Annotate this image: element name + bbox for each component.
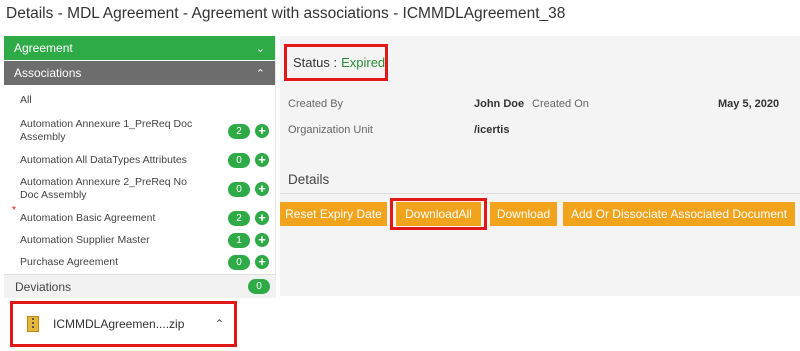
status-indicator: Status : Expired [284, 44, 388, 81]
association-name: Automation Supplier Master [20, 233, 150, 246]
sidebar: Agreement ⌄ Associations ⌃ All Automatio… [4, 36, 276, 298]
add-association-icon[interactable]: + [255, 153, 269, 167]
download-all-highlight [390, 198, 487, 230]
details-panel: Status : Expired Created By John Doe Cre… [280, 36, 800, 296]
created-by-label: Created By [288, 98, 344, 110]
association-name: Automation Annexure 1_PreReq Doc Assembl… [20, 118, 193, 143]
required-marker: * [12, 205, 16, 216]
association-item[interactable]: Automation Annexure 1_PreReq Doc Assembl… [4, 113, 275, 149]
association-count-badge: 2 [228, 123, 250, 139]
organization-unit-value: /icertis [474, 124, 510, 136]
association-item[interactable]: Purchase Agreement 0 + [4, 251, 275, 273]
association-item[interactable]: Automation Supplier Master 1 + [4, 229, 275, 251]
download-filename[interactable]: ICMMDLAgreemen....zip [53, 317, 184, 331]
association-name: Purchase Agreement [20, 255, 119, 268]
association-count-badge: 0 [228, 254, 250, 270]
associations-accordion-label: Associations [14, 66, 82, 80]
association-name: Automation Annexure 2_PreReq No Doc Asse… [20, 176, 187, 201]
organization-unit-label: Organization Unit [288, 124, 373, 136]
add-or-dissociate-button[interactable]: Add Or Dissociate Associated Document [563, 202, 795, 226]
divider [280, 193, 800, 194]
association-name: Automation All DataTypes Attributes [20, 153, 187, 166]
add-association-icon[interactable]: + [255, 211, 269, 225]
deviations-count-badge: 0 [248, 279, 270, 294]
associations-list: All Automation Annexure 1_PreReq Doc Ass… [4, 85, 275, 273]
download-item[interactable]: ICMMDLAgreemen....zip ⌃ [10, 301, 237, 347]
chevron-up-icon[interactable]: ⌃ [256, 67, 265, 80]
association-name: Automation Basic Agreement [20, 211, 156, 224]
status-value: Expired [341, 55, 386, 70]
add-association-icon[interactable]: + [255, 182, 269, 196]
created-on-value: May 5, 2020 [718, 98, 780, 110]
created-on-label: Created On [532, 98, 589, 110]
created-by-value: John Doe [474, 98, 525, 110]
chevron-down-icon[interactable]: ⌄ [256, 42, 265, 55]
association-count-badge: 0 [228, 152, 250, 168]
association-item[interactable]: Automation All DataTypes Attributes 0 + [4, 149, 275, 171]
details-section-title: Details [288, 172, 330, 187]
zip-file-icon [27, 316, 39, 332]
download-button[interactable]: Download [490, 202, 557, 226]
association-item[interactable]: * Automation Basic Agreement 2 + [4, 205, 275, 229]
deviations-label: Deviations [15, 279, 72, 294]
page-title: Details - MDL Agreement - Agreement with… [6, 5, 566, 22]
agreement-accordion-label: Agreement [14, 41, 73, 55]
association-count-badge: 1 [228, 232, 250, 248]
association-item-all[interactable]: All [4, 85, 275, 113]
association-all-label: All [20, 93, 32, 106]
associations-accordion-header[interactable]: Associations ⌃ [4, 61, 275, 85]
status-label: Status : [293, 55, 338, 70]
add-association-icon[interactable]: + [255, 255, 269, 269]
deviations-row[interactable]: Deviations 0 [4, 274, 276, 298]
add-association-icon[interactable]: + [255, 124, 269, 138]
agreement-accordion-header[interactable]: Agreement ⌄ [4, 36, 275, 60]
association-count-badge: 0 [228, 181, 250, 197]
add-association-icon[interactable]: + [255, 233, 269, 247]
association-item[interactable]: Automation Annexure 2_PreReq No Doc Asse… [4, 171, 275, 207]
reset-expiry-date-button[interactable]: Reset Expiry Date [280, 202, 387, 226]
chevron-up-icon[interactable]: ⌃ [214, 317, 224, 331]
action-toolbar: Reset Expiry Date DownloadAll Download A… [280, 198, 800, 230]
association-count-badge: 2 [228, 210, 250, 226]
